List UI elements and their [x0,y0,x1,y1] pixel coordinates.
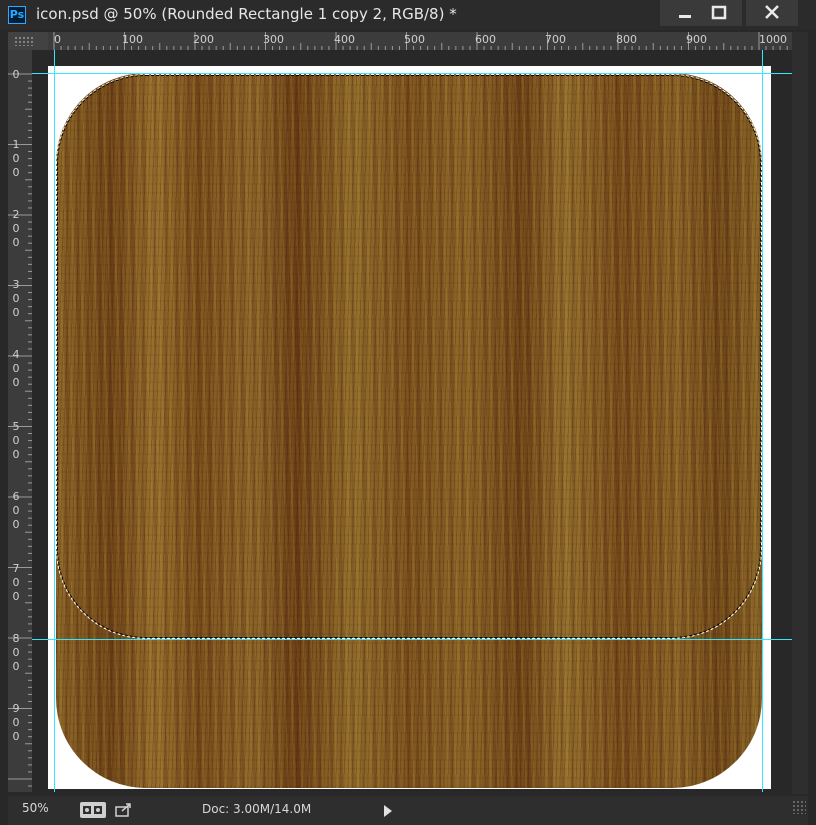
ruler-v-label: 300 [10,278,22,320]
ruler-v-label-text: 200 [10,208,22,250]
ruler-v-digit: 0 [12,730,20,743]
ruler-h-label: 700 [545,33,566,46]
ruler-v-digit: 0 [12,576,20,589]
document-size-readout: Doc: 3.00M/14.0M [202,802,312,816]
maximize-button[interactable] [696,0,742,26]
status-info-button[interactable] [80,802,106,818]
ruler-v-label-text: 900 [10,702,22,744]
ruler-v-digit: 0 [12,448,20,461]
guide-vertical-left[interactable] [54,50,55,792]
ruler-v-digit: 7 [12,562,20,575]
ruler-v-digit: 0 [12,236,20,249]
ruler-v-digit: 6 [12,490,20,503]
status-info-icon [83,806,102,814]
ruler-v-label: 100 [10,138,22,180]
ruler-v-label: 0 [10,68,22,82]
ruler-v-label-text: 400 [10,348,22,390]
ruler-v-digit: 0 [12,716,20,729]
ruler-v-label: 800 [10,632,22,674]
status-menu-arrow-icon[interactable] [384,805,392,817]
horizontal-ruler[interactable]: 0 100 200 300 400 500 600 700 800 900 10… [48,32,792,51]
ruler-v-label: 900 [10,702,22,744]
share-export-icon [115,803,131,817]
guide-horizontal-top[interactable] [32,73,792,74]
ruler-v-label-text: 500 [10,420,22,462]
ruler-v-label: 200 [10,208,22,250]
ruler-v-digit: 2 [12,208,20,221]
marquee-selection-black [57,75,761,638]
ruler-v-label-text: 800 [10,632,22,674]
ruler-h-label: 100 [122,33,143,46]
close-icon [765,5,779,19]
ruler-v-digit: 0 [12,518,20,531]
photoshop-logo-icon: Ps [8,6,26,24]
ruler-h-label: 900 [686,33,707,46]
ruler-v-digit: 5 [12,420,20,433]
ruler-v-label-text: 300 [10,278,22,320]
ruler-h-label: 600 [475,33,496,46]
resize-grip-icon[interactable] [792,800,806,814]
ruler-v-label-text: 100 [10,138,22,180]
ruler-v-label: 400 [10,348,22,390]
ruler-v-label-text: 0 [10,68,22,82]
ruler-v-digit: 0 [12,292,20,305]
ruler-h-label: 1000 [759,33,787,46]
ruler-h-label: 300 [263,33,284,46]
ruler-h-label: 500 [404,33,425,46]
ruler-origin-grip-icon [14,36,34,46]
ruler-v-digit: 0 [12,152,20,165]
ruler-v-digit: 3 [12,278,20,291]
ruler-v-digit: 0 [12,376,20,389]
ruler-v-digit: 0 [12,660,20,673]
ruler-v-digit: 0 [12,68,20,81]
ruler-v-digit: 4 [12,348,20,361]
vertical-ruler[interactable]: 0 100 200 300 400 500 600 700 800 900 [8,50,33,792]
ruler-v-digit: 0 [12,434,20,447]
ruler-v-label: 700 [10,562,22,604]
share-export-button[interactable] [114,802,134,818]
ruler-h-label: 400 [334,33,355,46]
guide-vertical-right[interactable] [762,50,763,792]
ruler-v-digit: 8 [12,632,20,645]
ruler-v-digit: 0 [12,362,20,375]
zoom-level-field[interactable]: 50% [22,801,49,815]
guide-horizontal-middle[interactable] [32,639,792,640]
ruler-v-digit: 0 [12,306,20,319]
ruler-v-label-text: 700 [10,562,22,604]
ruler-v-label: 600 [10,490,22,532]
ruler-v-digit: 0 [12,646,20,659]
ruler-h-label: 800 [616,33,637,46]
document-title: icon.psd @ 50% (Rounded Rectangle 1 copy… [36,5,457,23]
ruler-v-digit: 9 [12,702,20,715]
vertical-scrollbar[interactable] [792,32,808,794]
ruler-v-digit: 0 [12,590,20,603]
ruler-v-digit: 1 [12,138,20,151]
ruler-v-label: 500 [10,420,22,462]
maximize-icon [711,5,727,20]
ruler-v-label-text: 600 [10,490,22,532]
ruler-h-label: 200 [193,33,214,46]
ruler-v-digit: 0 [12,504,20,517]
close-button[interactable] [746,0,798,26]
ruler-v-digit: 0 [12,222,20,235]
ruler-v-digit: 0 [12,166,20,179]
ruler-h-label: 0 [54,33,61,46]
